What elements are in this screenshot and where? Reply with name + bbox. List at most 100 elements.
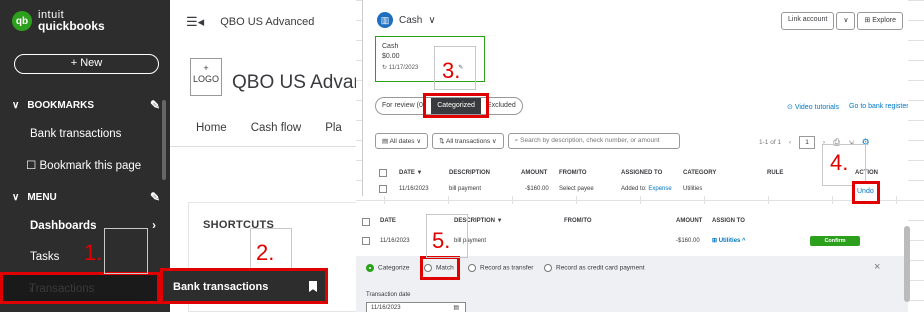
tab-home[interactable]: Home — [196, 122, 227, 134]
col-from-to: FROM/TO — [559, 170, 587, 176]
option-record-transfer[interactable]: Record as transfer — [468, 264, 533, 272]
logo-label: LOGO — [192, 74, 219, 84]
qb-logo-icon: qb — [12, 11, 32, 31]
flyout-label: Bank transactions — [173, 281, 269, 293]
calendar-icon[interactable]: ▤ — [453, 304, 459, 311]
video-tutorials-label: Video tutorials — [794, 104, 840, 111]
bookmarks-label: BOOKMARKS — [27, 99, 94, 111]
logo-quickbooks: quickbooks — [38, 19, 105, 33]
annotation-box — [423, 93, 489, 118]
bank-transactions-flyout[interactable]: Bank transactions — [160, 268, 328, 304]
col-category: CATEGORY — [683, 170, 717, 176]
row-assign[interactable]: ⊞ Utilities ^ — [712, 237, 746, 244]
select-all-checkbox[interactable] — [362, 218, 370, 226]
transaction-filter-label: All transactions — [446, 138, 491, 145]
radio-transfer[interactable] — [468, 264, 476, 272]
go-to-register-link[interactable]: Go to bank register — [849, 103, 908, 111]
annotation-frame — [104, 228, 148, 274]
date-value: 11/16/2023 — [371, 305, 401, 311]
select-all-checkbox[interactable] — [379, 169, 387, 177]
pencil-icon[interactable]: ✎ — [150, 190, 160, 204]
quickbooks-logo: qb intuit quickbooks — [12, 10, 105, 32]
bookmark-icon[interactable] — [309, 281, 317, 292]
radio-cc-payment[interactable] — [544, 264, 552, 272]
chevron-right-icon: › — [152, 220, 156, 232]
undo-button[interactable]: Undo — [852, 181, 880, 204]
chevron-down-icon: ∨ — [12, 191, 20, 203]
account-name[interactable]: Cash — [399, 15, 422, 26]
row-category: Utilities — [683, 186, 703, 192]
sidebar-item-label: Bank transactions — [30, 128, 122, 140]
option-categorize[interactable]: Categorize — [366, 264, 409, 272]
tab-cash-flow[interactable]: Cash flow — [251, 122, 302, 134]
calendar-icon: ▤ — [382, 138, 390, 145]
link-account-dropdown[interactable]: ∨ — [836, 12, 856, 30]
new-button[interactable]: + New — [14, 54, 159, 74]
step-1-label: 1. — [84, 240, 103, 265]
plus-icon: + — [203, 63, 209, 73]
bank-icon: ▥ — [377, 12, 393, 28]
search-input[interactable]: ⌕ Search by description, check number, o… — [507, 133, 680, 149]
assigned-prefix: Added to: — [621, 186, 649, 192]
option-record-cc-payment[interactable]: Record as credit card payment — [544, 264, 645, 272]
radio-categorize[interactable] — [366, 264, 374, 272]
refresh-icon: ↻ — [382, 65, 389, 71]
expense-link[interactable]: Expense — [648, 186, 671, 192]
col-date[interactable]: DATE ▼ — [399, 170, 423, 176]
row-description: bill payment — [449, 186, 482, 192]
date-filter-label: All dates — [389, 138, 415, 145]
step-4-label: 4. — [830, 150, 849, 175]
add-logo-box[interactable]: + LOGO — [190, 58, 222, 96]
divider — [170, 146, 356, 147]
pencil-icon[interactable]: ✎ — [150, 98, 160, 112]
transaction-filter[interactable]: ⇅ All transactions ∨ — [432, 133, 504, 149]
link-account-button[interactable]: Link account — [781, 12, 835, 30]
page-number[interactable]: 1 — [799, 136, 815, 149]
annotation-frame — [434, 46, 476, 90]
sidebar-item-bookmark-page[interactable]: ☐ Bookmark this page — [0, 158, 170, 172]
col-rule: RULE — [767, 170, 784, 176]
transaction-date-input[interactable]: 11/16/2023 ▤ — [366, 302, 466, 312]
row-checkbox[interactable] — [362, 237, 370, 245]
company-name: QBO US Advan — [232, 72, 356, 93]
confirm-button[interactable]: Confirm — [810, 236, 860, 246]
category-icon: ⊞ — [712, 238, 719, 244]
col-from-to: FROM/TO — [564, 218, 592, 224]
page-header: QBO US Advanced — [220, 16, 315, 28]
hamburger-menu-icon[interactable]: ☰◂ — [186, 14, 204, 30]
row-amount: -$160.00 — [525, 186, 549, 192]
option-label: Record as credit card payment — [556, 264, 645, 272]
undo-label: Undo — [857, 188, 874, 195]
tab-planner[interactable]: Pla — [325, 122, 342, 134]
row-date: 11/16/2023 — [380, 238, 410, 244]
row-amount: -$160.00 — [676, 238, 700, 244]
panel-scrollbar[interactable] — [904, 226, 910, 302]
row-from-to[interactable]: Select payee — [559, 186, 594, 192]
chevron-right-icon: › — [29, 282, 33, 296]
col-description: DESCRIPTION — [449, 170, 491, 176]
bookmarks-section[interactable]: ∨ BOOKMARKS ✎ — [12, 98, 160, 112]
play-icon: ⊙ — [787, 104, 795, 111]
date-filter[interactable]: ▤ All dates ∨ — [375, 133, 429, 149]
step-5-label: 5. — [432, 228, 451, 253]
row-date: 11/16/2023 — [399, 186, 429, 192]
option-label: Record as transfer — [480, 264, 534, 272]
explore-label: Explore — [872, 17, 896, 24]
col-date[interactable]: DATE — [380, 218, 396, 224]
col-amount: AMOUNT — [521, 170, 548, 176]
menu-section[interactable]: ∨ MENU ✎ — [12, 190, 160, 204]
sidebar-item-label: Bookmark this page — [39, 160, 142, 172]
col-amount: AMOUNT — [676, 218, 703, 224]
prev-page-icon[interactable]: ‹ — [789, 139, 791, 146]
col-assigned-to: ASSIGNED TO — [621, 170, 663, 176]
sidebar-item-bank-transactions[interactable]: Bank transactions — [0, 128, 170, 140]
sidebar-scrollbar[interactable] — [162, 100, 166, 180]
row-checkbox[interactable] — [379, 185, 387, 193]
video-tutorials-link[interactable]: ⊙ Video tutorials — [787, 103, 839, 111]
chevron-down-icon[interactable]: ∨ — [428, 15, 435, 26]
close-icon[interactable]: × — [874, 261, 880, 273]
col-assign-to: ASSIGN TO — [712, 218, 745, 224]
explore-button[interactable]: ⊞ Explore — [857, 12, 903, 30]
sidebar-item-label: Tasks — [30, 251, 60, 263]
sidebar-item-transactions[interactable]: Transactions › — [0, 272, 160, 304]
